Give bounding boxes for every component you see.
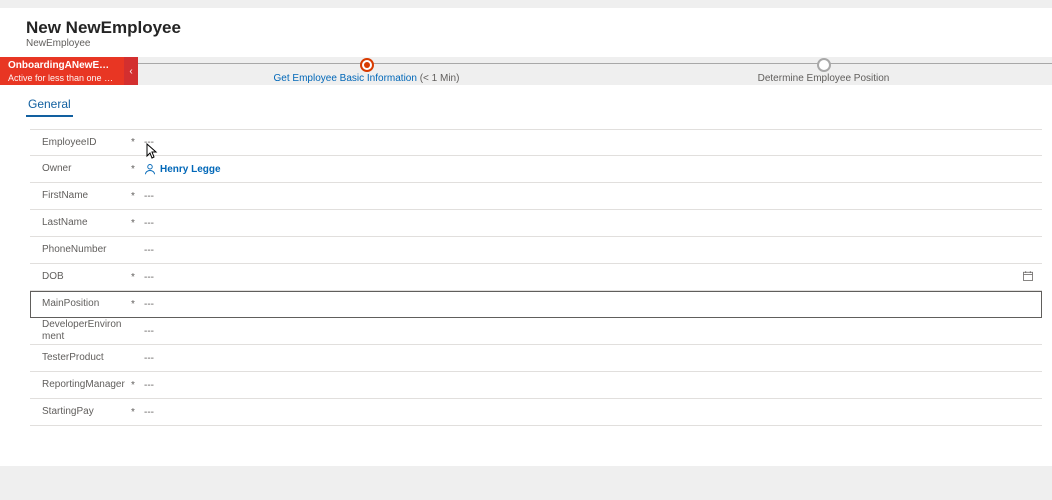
field-text-tester-product: --- (144, 353, 154, 364)
field-label-last-name: LastName (30, 217, 128, 229)
required-indicator-main-position: * (128, 299, 138, 310)
field-value-main-position[interactable]: --- (138, 299, 1034, 310)
required-indicator-first-name: * (128, 191, 138, 202)
field-text-reporting-mgr: --- (144, 380, 154, 391)
field-label-employee-id: EmployeeID (30, 137, 128, 149)
field-text-employee-id: --- (144, 137, 154, 148)
process-step-2-circle-icon (817, 58, 831, 72)
field-text-main-position: --- (144, 299, 154, 310)
field-value-first-name[interactable]: --- (138, 191, 1034, 202)
field-label-first-name: FirstName (30, 190, 128, 202)
form-row-reporting-mgr[interactable]: ReportingManager* --- (30, 372, 1042, 399)
field-label-reporting-mgr: ReportingManager (30, 379, 128, 391)
form-row-main-position[interactable]: MainPosition* --- (30, 291, 1042, 318)
page-title: New NewEmployee (26, 18, 1052, 38)
process-step-1-time: (< 1 Min) (420, 73, 460, 84)
field-label-dob: DOB (30, 271, 128, 283)
form-row-dob[interactable]: DOB* --- (30, 264, 1042, 291)
entity-link-owner[interactable]: Henry Legge (160, 164, 221, 175)
calendar-icon[interactable] (1022, 270, 1034, 285)
process-step-1[interactable]: Get Employee Basic Information (< 1 Min) (138, 57, 595, 85)
required-indicator-last-name: * (128, 218, 138, 229)
process-current-pill[interactable]: OnboardingANewEmplo... Active for less t… (0, 57, 124, 85)
field-value-tester-product[interactable]: --- (138, 353, 1034, 364)
field-text-starting-pay: --- (144, 407, 154, 418)
field-value-developer-env[interactable]: --- (138, 326, 1034, 337)
page-subtitle: NewEmployee (26, 38, 1052, 49)
field-label-phone-number: PhoneNumber (30, 244, 128, 256)
field-label-starting-pay: StartingPay (30, 406, 128, 418)
field-label-owner: Owner (30, 163, 128, 175)
form-row-last-name[interactable]: LastName* --- (30, 210, 1042, 237)
required-indicator-owner: * (128, 164, 138, 175)
required-indicator-dob: * (128, 272, 138, 283)
required-indicator-employee-id: * (128, 137, 138, 148)
tab-strip: General (0, 85, 1052, 117)
field-value-reporting-mgr[interactable]: --- (138, 380, 1034, 391)
tab-general[interactable]: General (26, 93, 73, 117)
chevron-left-icon: ‹ (129, 66, 132, 77)
form-row-owner[interactable]: Owner* Henry Legge (30, 156, 1042, 183)
form-row-first-name[interactable]: FirstName* --- (30, 183, 1042, 210)
field-value-owner[interactable]: Henry Legge (138, 163, 1034, 175)
form-row-developer-env[interactable]: DeveloperEnvironment --- (30, 318, 1042, 345)
process-step-1-circle-icon (360, 58, 374, 72)
field-text-phone-number: --- (144, 245, 154, 256)
field-text-first-name: --- (144, 191, 154, 202)
form-row-employee-id[interactable]: EmployeeID* --- (30, 129, 1042, 156)
form-row-phone-number[interactable]: PhoneNumber --- (30, 237, 1042, 264)
field-label-developer-env: DeveloperEnvironment (30, 319, 128, 343)
field-value-last-name[interactable]: --- (138, 218, 1034, 229)
field-value-starting-pay[interactable]: --- (138, 407, 1034, 418)
process-pill-title: OnboardingANewEmplo... (8, 60, 118, 72)
process-pill-collapse-button[interactable]: ‹ (124, 57, 138, 85)
form-section: EmployeeID*---Owner*Henry LeggeFirstName… (0, 117, 1052, 466)
process-pill-subtitle: Active for less than one mi... (8, 72, 118, 84)
form-row-tester-product[interactable]: TesterProduct --- (30, 345, 1042, 372)
process-flow-bar: OnboardingANewEmplo... Active for less t… (0, 57, 1052, 85)
process-step-2[interactable]: Determine Employee Position (595, 57, 1052, 85)
field-label-tester-product: TesterProduct (30, 352, 128, 364)
field-text-developer-env: --- (144, 326, 154, 337)
field-value-dob[interactable]: --- (138, 272, 1022, 283)
person-icon (144, 163, 156, 175)
field-value-phone-number[interactable]: --- (138, 245, 1034, 256)
required-indicator-reporting-mgr: * (128, 380, 138, 391)
required-indicator-starting-pay: * (128, 407, 138, 418)
process-step-1-label: Get Employee Basic Information (274, 73, 417, 84)
field-text-dob: --- (144, 272, 154, 283)
form-row-starting-pay[interactable]: StartingPay* --- (30, 399, 1042, 426)
field-text-last-name: --- (144, 218, 154, 229)
field-label-main-position: MainPosition (30, 298, 128, 310)
field-value-employee-id[interactable]: --- (138, 137, 1034, 148)
process-step-2-label: Determine Employee Position (758, 73, 890, 84)
